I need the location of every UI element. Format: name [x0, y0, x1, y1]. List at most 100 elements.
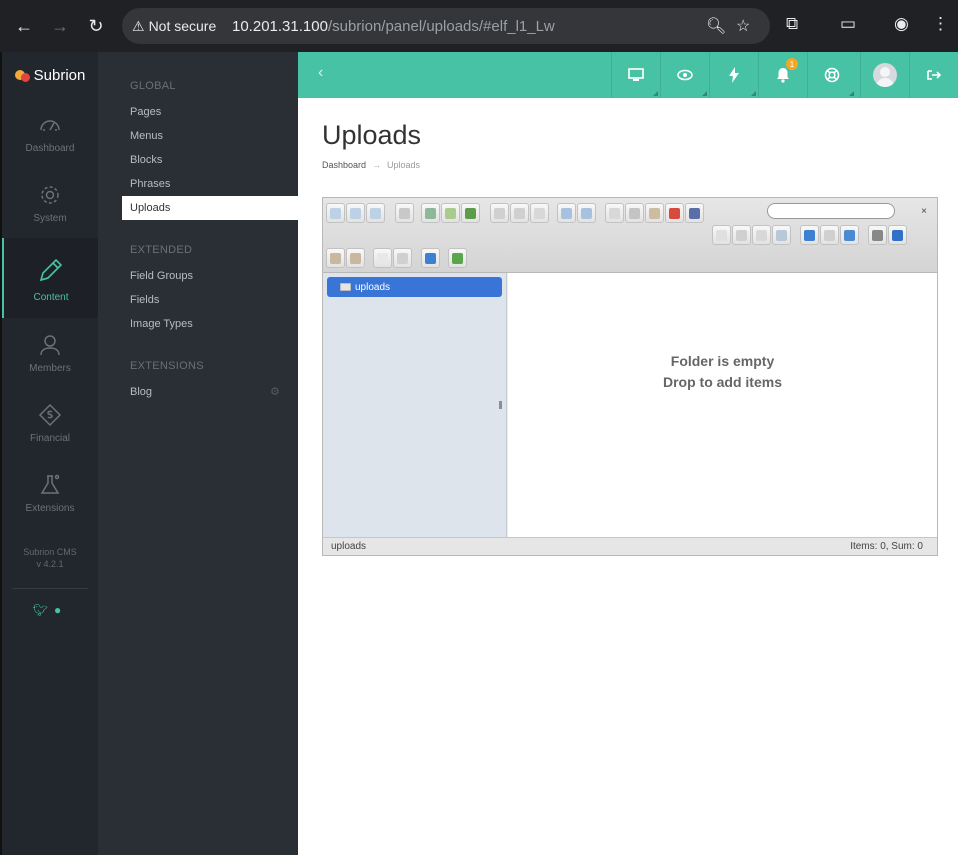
url-host: 10.201.31.100 [232, 17, 328, 35]
file-list-area[interactable]: Folder is empty Drop to add items [508, 273, 937, 537]
browser-toolbar: ← → ↻ ⚠ Not secure 10.201.31.100/subrion… [0, 0, 958, 52]
pencil-icon [39, 258, 63, 281]
select-none-icon[interactable] [346, 248, 365, 268]
menu-item-menus[interactable]: Menus [98, 124, 298, 148]
eye-icon[interactable] [660, 52, 709, 98]
sort-icon[interactable] [393, 248, 412, 268]
file-manager-statusbar: uploads Items: 0, Sum: 0 [323, 537, 937, 555]
profile-icon[interactable]: ◉ [894, 14, 909, 34]
breadcrumb: Dashboard → Uploads [322, 160, 420, 170]
reload-icon[interactable]: ↻ [78, 8, 114, 44]
menu-item-pages[interactable]: Pages [98, 100, 298, 124]
kebab-menu-icon[interactable]: ⋮ [932, 14, 949, 34]
subrion-logo-icon [14, 67, 31, 83]
archive-icon[interactable] [820, 225, 839, 245]
support-lifebuoy-icon[interactable] [807, 52, 856, 98]
gear-icon [41, 185, 59, 204]
sidebar-item-members[interactable]: Members [2, 318, 98, 388]
forward-icon[interactable] [346, 203, 365, 223]
sidebar-item-extensions[interactable]: Extensions [2, 458, 98, 528]
tab-search-icon[interactable]: ▭ [840, 14, 856, 34]
security-label[interactable]: Not secure [149, 18, 217, 34]
close-icon[interactable]: × [921, 206, 927, 217]
upload-icon[interactable] [461, 203, 480, 223]
breadcrumb-separator: → [372, 160, 382, 170]
empty-folder-icon[interactable] [685, 203, 704, 223]
resize-image-icon[interactable] [772, 225, 791, 245]
select-icon[interactable] [840, 225, 859, 245]
logout-icon[interactable] [909, 52, 958, 98]
fullscreen-icon[interactable] [448, 248, 467, 268]
breadcrumb-home[interactable]: Dashboard [322, 160, 366, 170]
list-view-icon[interactable] [373, 248, 392, 268]
delete-icon[interactable] [665, 203, 684, 223]
back-arrow-icon[interactable]: ← [6, 8, 42, 44]
extensions-puzzle-icon[interactable]: ⧉ [786, 14, 798, 34]
duplicate-icon[interactable] [712, 225, 731, 245]
menu-item-fields[interactable]: Fields [98, 288, 298, 312]
menu-item-phrases[interactable]: Phrases [98, 172, 298, 196]
user-avatar-button[interactable] [860, 52, 909, 98]
main-sidebar: Subrion Dashboard System Content Members… [0, 52, 98, 855]
menu-item-blocks[interactable]: Blocks [98, 148, 298, 172]
paste-icon[interactable] [645, 203, 664, 223]
flask-icon [40, 474, 60, 494]
open-icon[interactable] [490, 203, 509, 223]
chevron-left-icon[interactable]: ‹ [318, 64, 323, 82]
file-search-input[interactable] [767, 203, 895, 219]
select-all-icon[interactable] [326, 248, 345, 268]
reload-folder-icon[interactable] [395, 203, 414, 223]
view-eye-icon [677, 69, 693, 81]
file-manager-toolbar: ⌕ × [323, 198, 937, 273]
notification-bell-icon [777, 68, 789, 83]
sidebar-item-financial[interactable]: Financial [2, 388, 98, 458]
up-folder-icon[interactable] [366, 203, 385, 223]
zoom-icon[interactable]: 🔍︎ [706, 16, 726, 36]
sidebar-label: Financial [29, 432, 71, 444]
version-product: Subrion CMS [23, 547, 77, 557]
bookmark-star-icon[interactable]: ☆ [736, 16, 750, 36]
help-icon[interactable] [421, 248, 440, 268]
menu-item-uploads[interactable]: Uploads [122, 196, 298, 220]
cut-icon[interactable] [625, 203, 644, 223]
menu-item-field-groups[interactable]: Field Groups [98, 264, 298, 288]
sidebar-label: Dashboard [25, 142, 75, 154]
version-number: v 4.2.1 [36, 559, 64, 569]
gear-icon[interactable]: ⚙ [270, 386, 282, 398]
folder-tree-item-uploads[interactable]: uploads [327, 277, 502, 297]
bolt-icon[interactable] [709, 52, 758, 98]
edit-file-icon[interactable] [752, 225, 771, 245]
get-info-icon[interactable] [530, 203, 549, 223]
menu-group-global: GLOBAL [130, 80, 176, 92]
resize-handle[interactable] [499, 401, 502, 409]
sidebar-item-dashboard[interactable]: Dashboard [2, 98, 98, 168]
address-bar[interactable]: ⚠ Not secure 10.201.31.100/subrion/panel… [122, 8, 770, 44]
url-text[interactable]: 10.201.31.100/subrion/panel/uploads/#elf… [232, 18, 555, 35]
rename-icon[interactable] [732, 225, 751, 245]
sidebar-item-content[interactable]: Content [2, 238, 98, 318]
menu-item-image-types[interactable]: Image Types [98, 312, 298, 336]
sidebar-item-system[interactable]: System [2, 168, 98, 238]
desktop-icon[interactable] [611, 52, 660, 98]
menu-item-label: Blog [130, 386, 153, 398]
bell-icon[interactable]: 1 [758, 52, 807, 98]
new-file-icon[interactable] [441, 203, 460, 223]
copy-icon[interactable] [605, 203, 624, 223]
back-icon[interactable] [326, 203, 345, 223]
github-icon[interactable]: ● [54, 603, 67, 617]
status-path: uploads [331, 541, 367, 552]
drive-icon [340, 283, 351, 291]
redo-icon[interactable] [577, 203, 596, 223]
new-folder-icon[interactable] [421, 203, 440, 223]
download-icon[interactable] [510, 203, 529, 223]
menu-item-blog[interactable]: Blog ⚙ [98, 380, 298, 404]
twitter-icon[interactable]: 🐦︎ [33, 603, 54, 617]
brand-logo[interactable]: Subrion [2, 52, 98, 98]
info-icon[interactable] [888, 225, 907, 245]
empty-folder-message: Folder is empty Drop to add items [508, 351, 937, 393]
forward-arrow-icon[interactable]: → [42, 8, 78, 44]
extract-icon[interactable] [800, 225, 819, 245]
preview-eye-icon[interactable] [868, 225, 887, 245]
undo-icon[interactable] [557, 203, 576, 223]
empty-message-title: Folder is empty [670, 353, 775, 369]
